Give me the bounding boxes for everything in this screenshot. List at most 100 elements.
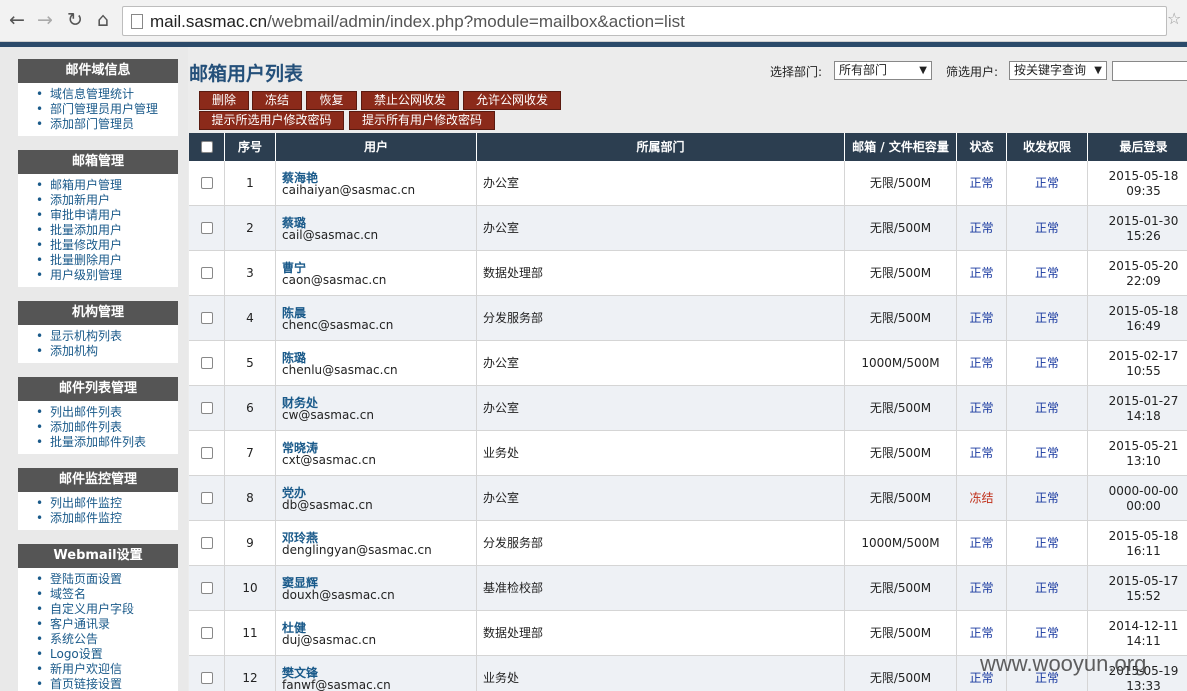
user-filter-select[interactable]: 按关键字查询 ▼ (1009, 61, 1107, 80)
sidebar-item-bulk-add-mail-lists[interactable]: 批量添加邮件列表 (32, 435, 178, 450)
sidebar-item-bulk-edit-users[interactable]: 批量修改用户 (32, 238, 178, 253)
sidebar-item-add-dept-admin[interactable]: 添加部门管理员 (32, 117, 178, 132)
sidebar-item-home-links[interactable]: 首页链接设置 (32, 677, 178, 691)
user-status[interactable]: 正常 (957, 161, 1007, 206)
sidebar-item-logo-settings[interactable]: Logo设置 (32, 647, 178, 662)
user-permission[interactable]: 正常 (1007, 521, 1088, 566)
user-quota: 无限/500M (845, 251, 957, 296)
user-status[interactable]: 冻结 (957, 476, 1007, 521)
user-permission[interactable]: 正常 (1007, 206, 1088, 251)
user-permission[interactable]: 正常 (1007, 611, 1088, 656)
sidebar-item-login-page[interactable]: 登陆页面设置 (32, 572, 178, 587)
sidebar-item-add-user[interactable]: 添加新用户 (32, 193, 178, 208)
prompt-selected-password-button[interactable]: 提示所选用户修改密码 (199, 111, 344, 130)
row-checkbox[interactable] (201, 537, 213, 549)
sidebar-item-domain-signature[interactable]: 域签名 (32, 587, 178, 602)
user-status[interactable]: 正常 (957, 611, 1007, 656)
restore-button[interactable]: 恢复 (306, 91, 357, 110)
user-status[interactable]: 正常 (957, 251, 1007, 296)
bookmark-star-icon[interactable]: ☆ (1167, 9, 1181, 28)
header-status: 状态 (957, 133, 1007, 161)
table-cell (189, 476, 225, 521)
row-checkbox[interactable] (201, 492, 213, 504)
reload-icon[interactable]: ↻ (64, 9, 86, 31)
user-status[interactable]: 正常 (957, 431, 1007, 476)
last-login-date: 2015-05-18 (1108, 169, 1179, 183)
row-checkbox[interactable] (201, 672, 213, 684)
search-input[interactable] (1112, 61, 1187, 81)
back-arrow-icon[interactable]: ← (6, 9, 28, 31)
user-last-login: 2014-12-11 14:11 (1088, 611, 1187, 656)
user-status[interactable]: 正常 (957, 386, 1007, 431)
user-permission[interactable]: 正常 (1007, 161, 1088, 206)
user-status[interactable]: 正常 (957, 296, 1007, 341)
sidebar-item-add-mail-list[interactable]: 添加邮件列表 (32, 420, 178, 435)
sidebar-item-list-monitors[interactable]: 列出邮件监控 (32, 496, 178, 511)
user-status[interactable]: 正常 (957, 566, 1007, 611)
last-login-date: 2015-05-20 (1108, 259, 1179, 273)
row-checkbox[interactable] (201, 177, 213, 189)
row-number: 11 (225, 611, 276, 656)
user-status[interactable]: 正常 (957, 341, 1007, 386)
sidebar-item-bulk-delete-users[interactable]: 批量删除用户 (32, 253, 178, 268)
sidebar-section-webmail-settings: Webmail设置 登陆页面设置 域签名 自定义用户字段 客户通讯录 系统公告 … (18, 544, 178, 691)
forward-arrow-icon[interactable]: → (34, 9, 56, 31)
sidebar-item-address-book[interactable]: 客户通讯录 (32, 617, 178, 632)
user-permission[interactable]: 正常 (1007, 386, 1088, 431)
home-icon[interactable]: ⌂ (92, 9, 114, 31)
forbid-public-button[interactable]: 禁止公网收发 (361, 91, 459, 110)
header-last-login: 最后登录 (1119, 140, 1168, 154)
address-bar[interactable]: mail.sasmac.cn/webmail/admin/index.php?m… (122, 6, 1167, 36)
sidebar-item-welcome-letter[interactable]: 新用户欢迎信 (32, 662, 178, 677)
sidebar-item-bulk-add-users[interactable]: 批量添加用户 (32, 223, 178, 238)
table-cell (189, 251, 225, 296)
delete-button[interactable]: 删除 (199, 91, 249, 110)
row-checkbox[interactable] (201, 312, 213, 324)
sidebar-item-add-monitor[interactable]: 添加邮件监控 (32, 511, 178, 526)
sidebar-item-domain-stats[interactable]: 域信息管理统计 (32, 87, 178, 102)
dept-filter-label: 选择部门: (770, 65, 823, 79)
freeze-button[interactable]: 冻结 (252, 91, 302, 110)
user-quota: 无限/500M (845, 566, 957, 611)
table-cell (189, 296, 225, 341)
sidebar-item-custom-fields[interactable]: 自定义用户字段 (32, 602, 178, 617)
row-checkbox[interactable] (201, 357, 213, 369)
dept-select[interactable]: 所有部门 ▼ (834, 61, 932, 80)
sidebar-item-approve-users[interactable]: 审批申请用户 (32, 208, 178, 223)
sidebar-item-list-mail-lists[interactable]: 列出邮件列表 (32, 405, 178, 420)
table-row: 5 陈璐 chenlu@sasmac.cn 办公室 1000M/500M 正常 正常 2015… (189, 341, 1187, 386)
user-permission[interactable]: 正常 (1007, 251, 1088, 296)
user-permission[interactable]: 正常 (1007, 566, 1088, 611)
sidebar-section-title: 邮件监控管理 (18, 468, 178, 492)
table-cell (189, 386, 225, 431)
sidebar-item-list-orgs[interactable]: 显示机构列表 (32, 329, 178, 344)
user-dept: 办公室 (477, 386, 845, 431)
prompt-all-password-button[interactable]: 提示所有用户修改密码 (349, 111, 495, 130)
sidebar-item-user-levels[interactable]: 用户级别管理 (32, 268, 178, 283)
last-login-date: 2015-05-21 (1108, 439, 1179, 453)
row-checkbox[interactable] (201, 267, 213, 279)
user-quota: 无限/500M (845, 206, 957, 251)
row-checkbox[interactable] (201, 402, 213, 414)
user-status[interactable]: 正常 (957, 206, 1007, 251)
sidebar-section-domain-info: 邮件域信息 域信息管理统计 部门管理员用户管理 添加部门管理员 (18, 59, 178, 136)
row-checkbox[interactable] (201, 582, 213, 594)
user-permission[interactable]: 正常 (1007, 296, 1088, 341)
allow-public-button[interactable]: 允许公网收发 (463, 91, 561, 110)
last-login-time: 00:00 (1126, 499, 1161, 513)
row-number: 6 (225, 386, 276, 431)
select-all-checkbox[interactable] (201, 141, 213, 153)
sidebar-item-dept-admin-users[interactable]: 部门管理员用户管理 (32, 102, 178, 117)
row-checkbox[interactable] (201, 447, 213, 459)
row-checkbox[interactable] (201, 627, 213, 639)
row-checkbox[interactable] (201, 222, 213, 234)
user-permission[interactable]: 正常 (1007, 341, 1088, 386)
sidebar-item-mailbox-users[interactable]: 邮箱用户管理 (32, 178, 178, 193)
user-status[interactable]: 正常 (957, 521, 1007, 566)
user-permission[interactable]: 正常 (1007, 431, 1088, 476)
sidebar-item-announcements[interactable]: 系统公告 (32, 632, 178, 647)
user-permission[interactable]: 正常 (1007, 476, 1088, 521)
user-last-login: 2015-05-17 15:52 (1088, 566, 1187, 611)
sidebar-item-add-org[interactable]: 添加机构 (32, 344, 178, 359)
user-last-login: 2015-01-30 15:26 (1088, 206, 1187, 251)
